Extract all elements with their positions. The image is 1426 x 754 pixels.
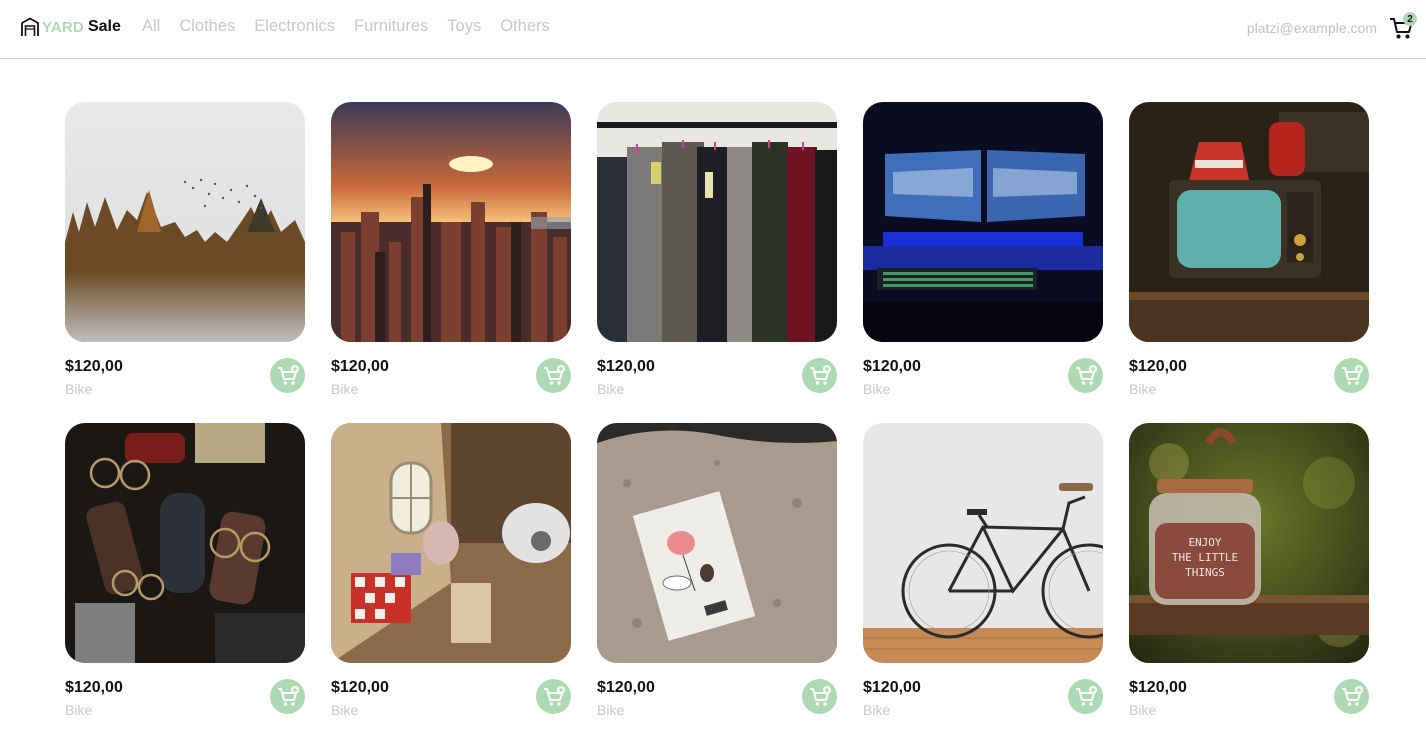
add-to-cart-button[interactable] xyxy=(1334,358,1369,393)
add-to-cart-icon xyxy=(543,364,565,385)
product-image-city[interactable] xyxy=(331,102,571,342)
jar-text-line: THINGS xyxy=(1185,566,1225,579)
logo-sale-text: Sale xyxy=(87,18,121,35)
add-to-cart-button[interactable] xyxy=(802,679,837,714)
product-image-bicycle[interactable] xyxy=(863,423,1103,663)
product-image-forest[interactable] xyxy=(65,102,305,342)
add-to-cart-button[interactable] xyxy=(536,358,571,393)
add-to-cart-icon xyxy=(1341,685,1363,706)
add-to-cart-icon xyxy=(277,364,299,385)
add-to-cart-icon xyxy=(543,685,565,706)
nav-link-furnitures[interactable]: Furnitures xyxy=(354,17,428,36)
product-image-clothes-rack[interactable] xyxy=(597,102,837,342)
user-email[interactable]: platzi@example.com xyxy=(1247,20,1377,36)
product-card: $120,00 Bike xyxy=(65,102,305,399)
add-to-cart-button[interactable] xyxy=(1068,679,1103,714)
add-to-cart-icon xyxy=(1075,685,1097,706)
product-price: $120,00 xyxy=(331,358,389,375)
product-price: $120,00 xyxy=(65,358,123,375)
product-image-candle-jar[interactable]: ENJOY THE LITTLE THINGS xyxy=(1129,423,1369,663)
product-name: Bike xyxy=(597,381,625,397)
product-price: $120,00 xyxy=(1129,358,1187,375)
product-name: Bike xyxy=(863,702,891,718)
add-to-cart-button[interactable] xyxy=(270,679,305,714)
product-card: $120,00 Bike xyxy=(1129,102,1369,399)
product-name: Bike xyxy=(65,381,93,397)
nav-link-others[interactable]: Others xyxy=(500,17,550,36)
product-name: Bike xyxy=(1129,381,1157,397)
cart-count-badge: 2 xyxy=(1403,12,1417,26)
add-to-cart-icon xyxy=(809,364,831,385)
nav-link-all[interactable]: All xyxy=(142,17,160,36)
product-name: Bike xyxy=(65,702,93,718)
product-name: Bike xyxy=(1129,702,1157,718)
product-card: $120,00 Bike xyxy=(331,102,571,399)
product-grid: $120,00 Bike $120,00 Bike $120,00 Bike $… xyxy=(65,102,1369,720)
product-name: Bike xyxy=(331,381,359,397)
product-image-pins[interactable] xyxy=(597,423,837,663)
product-name: Bike xyxy=(331,702,359,718)
add-to-cart-button[interactable] xyxy=(802,358,837,393)
add-to-cart-button[interactable] xyxy=(536,679,571,714)
nav-link-toys[interactable]: Toys xyxy=(447,17,481,36)
add-to-cart-icon xyxy=(809,685,831,706)
category-nav: All Clothes Electronics Furnitures Toys … xyxy=(142,17,569,36)
product-price: $120,00 xyxy=(863,358,921,375)
product-card: $120,00 Bike xyxy=(863,423,1103,720)
product-image-monitors[interactable] xyxy=(863,102,1103,342)
product-card: ENJOY THE LITTLE THINGS $120,00 Bike xyxy=(1129,423,1369,720)
add-to-cart-button[interactable] xyxy=(1068,358,1103,393)
product-image-toy-box[interactable] xyxy=(331,423,571,663)
product-card: $120,00 Bike xyxy=(597,423,837,720)
product-price: $120,00 xyxy=(597,358,655,375)
product-card: $120,00 Bike xyxy=(331,423,571,720)
cart-button[interactable]: 2 xyxy=(1388,12,1418,42)
logo-yard-text: YARD xyxy=(42,18,84,36)
nav-link-clothes[interactable]: Clothes xyxy=(179,17,235,36)
product-price: $120,00 xyxy=(331,679,389,696)
add-to-cart-button[interactable] xyxy=(1334,679,1369,714)
product-name: Bike xyxy=(863,381,891,397)
nav-link-electronics[interactable]: Electronics xyxy=(254,17,335,36)
navbar: YARD Sale All Clothes Electronics Furnit… xyxy=(0,0,1426,59)
product-image-vintage-tv[interactable] xyxy=(1129,102,1369,342)
add-to-cart-icon xyxy=(1341,364,1363,385)
product-price: $120,00 xyxy=(597,679,655,696)
add-to-cart-button[interactable] xyxy=(270,358,305,393)
logo[interactable]: YARD Sale xyxy=(20,16,121,38)
product-image-glasses[interactable] xyxy=(65,423,305,663)
jar-text-line: THE LITTLE xyxy=(1171,551,1239,564)
candle-jar-label: ENJOY THE LITTLE THINGS xyxy=(1157,535,1253,580)
product-card: $120,00 Bike xyxy=(597,102,837,399)
product-name: Bike xyxy=(597,702,625,718)
add-to-cart-icon xyxy=(1075,364,1097,385)
garage-icon xyxy=(21,17,39,36)
add-to-cart-icon xyxy=(277,685,299,706)
product-price: $120,00 xyxy=(65,679,123,696)
product-price: $120,00 xyxy=(863,679,921,696)
product-card: $120,00 Bike xyxy=(863,102,1103,399)
product-price: $120,00 xyxy=(1129,679,1187,696)
product-card: $120,00 Bike xyxy=(65,423,305,720)
jar-text-line: ENJOY xyxy=(1188,536,1222,549)
